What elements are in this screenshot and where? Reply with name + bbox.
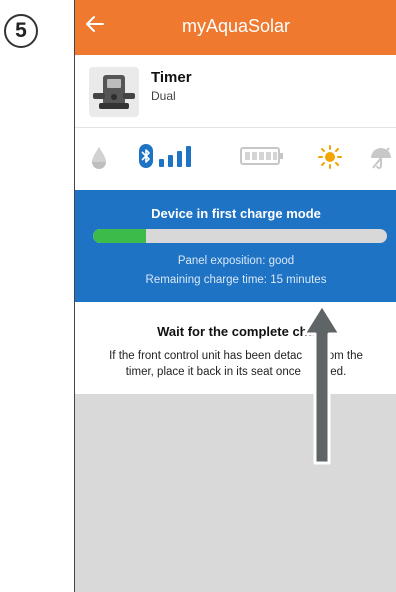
app-title: myAquaSolar bbox=[181, 16, 291, 36]
info-title: Wait for the complete cha bbox=[157, 324, 315, 339]
status-bar bbox=[75, 128, 396, 190]
battery-icon bbox=[240, 147, 283, 165]
bluetooth-icon bbox=[139, 144, 153, 168]
sun-icon bbox=[318, 145, 342, 169]
phone-screen: myAquaSolar Timer Dual Device in first c… bbox=[74, 0, 396, 592]
charge-mode-title: Device in first charge mode bbox=[151, 206, 321, 221]
water-drop-icon bbox=[92, 147, 106, 169]
info-body-line-1: If the front control unit has been detac… bbox=[109, 350, 363, 362]
app-bar: myAquaSolar bbox=[75, 0, 396, 55]
info-body: If the front control unit has been detac… bbox=[83, 348, 389, 380]
umbrella-icon bbox=[371, 147, 391, 169]
charge-progress-bar bbox=[93, 229, 387, 243]
remaining-charge-time-text: Remaining charge time: 15 minutes bbox=[145, 274, 327, 286]
signal-bars-icon bbox=[159, 146, 191, 167]
timer-device-icon bbox=[89, 67, 139, 117]
step-number-badge: 5 bbox=[4, 14, 38, 48]
info-card: Wait for the complete cha If the front c… bbox=[75, 302, 396, 394]
up-arrow-icon bbox=[302, 303, 342, 465]
charge-status-panel: Device in first charge mode Panel exposi… bbox=[75, 190, 396, 302]
device-name: Timer bbox=[151, 69, 192, 86]
device-type: Dual bbox=[151, 89, 176, 103]
panel-exposition-text: Panel exposition: good bbox=[177, 255, 295, 267]
device-header: Timer Dual bbox=[75, 55, 396, 128]
info-body-line-2: timer, place it back in its seat once ar… bbox=[125, 366, 347, 378]
charge-progress-fill bbox=[93, 229, 146, 243]
